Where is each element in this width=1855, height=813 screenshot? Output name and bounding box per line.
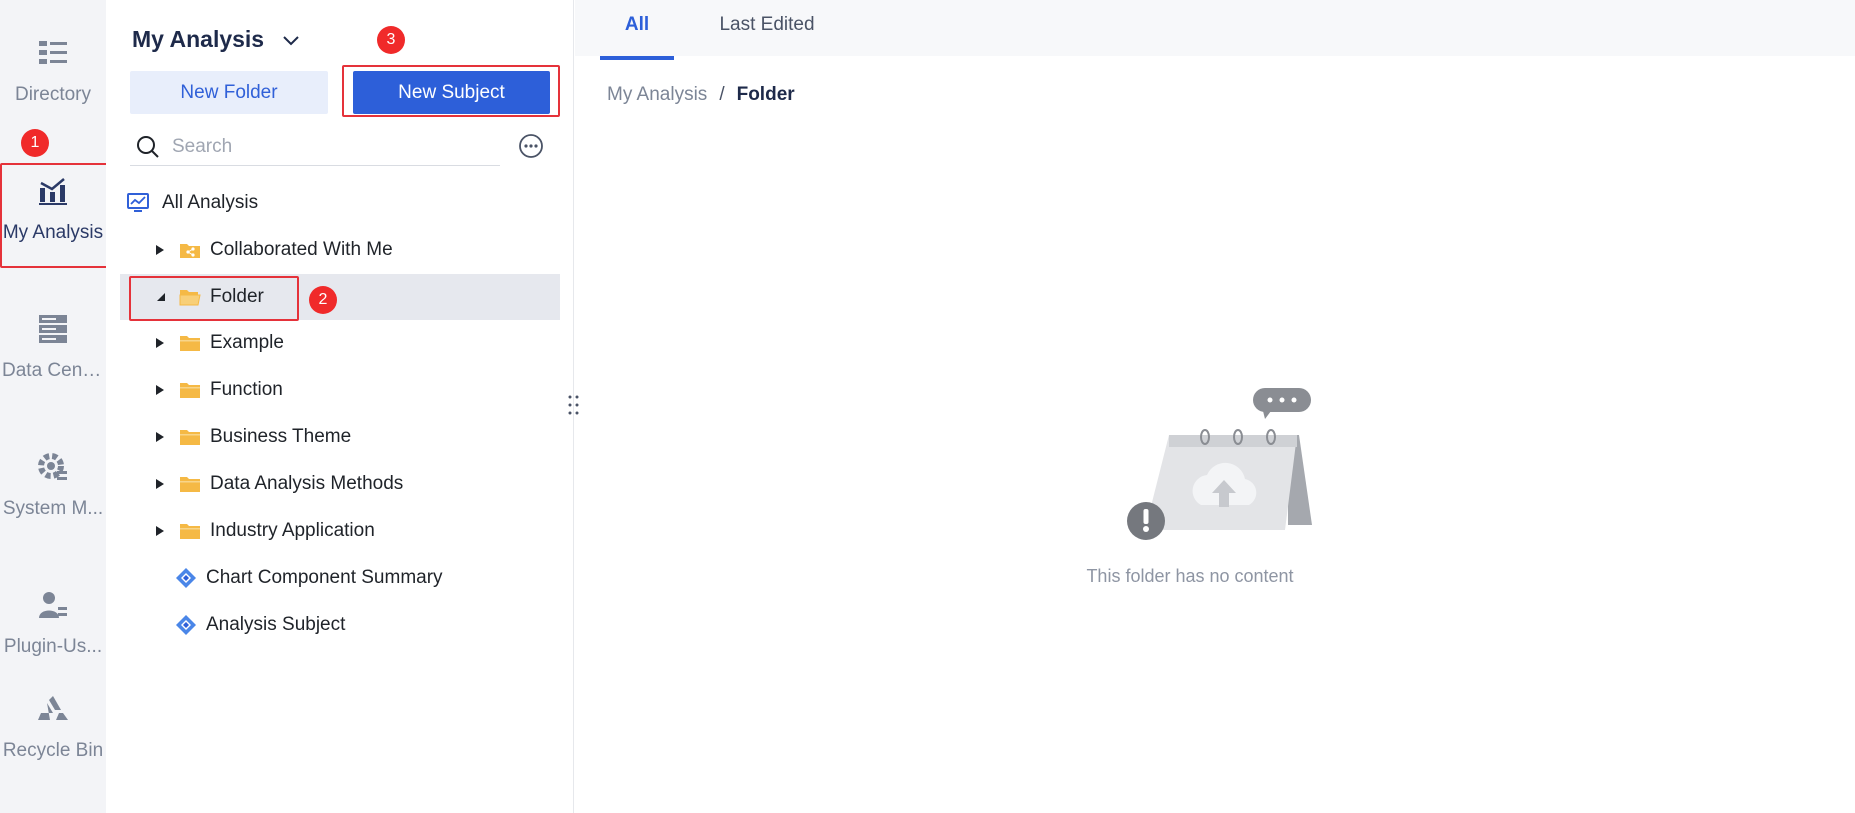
directory-icon xyxy=(36,36,70,70)
rail-item-data-center[interactable]: Data Center xyxy=(0,290,106,394)
analysis-chart-icon xyxy=(36,174,70,208)
main-content: All Last Edited My Analysis / Folder Thi… xyxy=(575,0,1855,813)
search-icon xyxy=(136,135,160,159)
new-folder-button[interactable]: New Folder xyxy=(130,71,328,114)
tree-item-all-analysis[interactable]: All Analysis xyxy=(120,180,560,226)
caret-right-icon[interactable] xyxy=(150,474,170,494)
shared-folder-icon xyxy=(178,238,202,262)
breadcrumb: My Analysis / Folder xyxy=(607,84,795,106)
new-subject-button[interactable]: New Subject xyxy=(353,71,550,114)
tree-label: Chart Component Summary xyxy=(206,567,443,588)
folder-icon xyxy=(178,331,202,355)
more-dots-icon xyxy=(519,134,543,158)
tree-label: Business Theme xyxy=(210,426,352,447)
search-input[interactable] xyxy=(172,135,472,158)
rail-item-recycle-bin[interactable]: Recycle Bin xyxy=(0,670,106,774)
rail-item-my-analysis[interactable]: My Analysis xyxy=(0,152,106,256)
monitor-chart-icon xyxy=(126,191,150,215)
tree-label: Function xyxy=(210,379,283,400)
caret-down-icon[interactable] xyxy=(150,287,170,307)
breadcrumb-root[interactable]: My Analysis xyxy=(607,84,707,106)
tree-label: Folder xyxy=(210,286,264,307)
caret-right-icon[interactable] xyxy=(150,521,170,541)
annotation-badge-1: 1 xyxy=(21,129,49,157)
caret-right-icon[interactable] xyxy=(150,427,170,447)
empty-calendar-illustration xyxy=(1123,385,1323,545)
breadcrumb-current: Folder xyxy=(736,84,795,105)
tree-item-business-theme[interactable]: Business Theme xyxy=(120,414,560,460)
rail-label-directory: Directory xyxy=(14,84,91,105)
database-icon xyxy=(36,312,70,346)
chevron-down-icon xyxy=(282,26,300,53)
annotation-badge-2: 2 xyxy=(309,286,337,314)
tab-last-edited[interactable]: Last Edited xyxy=(705,0,829,60)
tree-label: Example xyxy=(210,332,284,353)
rail-label-data-center: Data Center xyxy=(2,360,105,381)
tree-label: Collaborated With Me xyxy=(210,239,393,260)
more-options-button[interactable] xyxy=(518,133,544,159)
rail-item-plugin-user[interactable]: Plugin-Us... xyxy=(0,566,106,670)
rail-item-directory[interactable]: Directory xyxy=(0,14,106,118)
folder-icon xyxy=(178,472,202,496)
rail-label-recycle-bin: Recycle Bin xyxy=(2,740,104,761)
tree-item-analysis-subject[interactable]: Analysis Subject xyxy=(120,602,560,648)
breadcrumb-separator: / xyxy=(719,84,725,105)
folder-icon xyxy=(178,378,202,402)
tree-label: Industry Application xyxy=(210,520,375,541)
tree-item-function[interactable]: Function xyxy=(120,367,560,413)
nav-rail: Directory My Analysis Data Center System… xyxy=(0,0,106,813)
caret-right-icon[interactable] xyxy=(150,380,170,400)
folder-icon xyxy=(178,425,202,449)
caret-right-icon[interactable] xyxy=(150,333,170,353)
analysis-panel: My Analysis New Folder New Subject All A… xyxy=(106,0,574,813)
tree-item-chart-component-summary[interactable]: Chart Component Summary xyxy=(120,555,560,601)
caret-right-icon[interactable] xyxy=(150,240,170,260)
tree-item-example[interactable]: Example xyxy=(120,320,560,366)
folder-icon xyxy=(178,519,202,543)
annotation-badge-3: 3 xyxy=(377,26,405,54)
tree-label: Data Analysis Methods xyxy=(210,473,404,494)
recycle-bin-icon xyxy=(36,692,70,726)
active-tab-indicator xyxy=(600,56,674,60)
gear-icon xyxy=(36,450,70,484)
subject-diamond-icon xyxy=(174,566,198,590)
rail-label-system-management: System M... xyxy=(2,498,104,519)
tree-item-data-analysis-methods[interactable]: Data Analysis Methods xyxy=(120,461,560,507)
rail-label-plugin-user: Plugin-Us... xyxy=(3,636,103,657)
subject-diamond-icon xyxy=(174,613,198,637)
user-plugin-icon xyxy=(36,588,70,622)
tab-all[interactable]: All xyxy=(600,0,674,60)
search-box xyxy=(130,128,500,166)
panel-title-text: My Analysis xyxy=(132,26,265,52)
panel-title[interactable]: My Analysis xyxy=(132,26,300,53)
open-folder-icon xyxy=(178,285,202,309)
empty-state-message: This folder has no content xyxy=(1086,566,1294,586)
tree-item-collaborated[interactable]: Collaborated With Me xyxy=(120,227,560,273)
tree-label: All Analysis xyxy=(162,192,259,213)
rail-label-my-analysis: My Analysis xyxy=(2,222,104,243)
tree-item-industry-application[interactable]: Industry Application xyxy=(120,508,560,554)
rail-item-system-management[interactable]: System M... xyxy=(0,428,106,532)
tree-label: Analysis Subject xyxy=(206,614,346,635)
tree-item-folder[interactable]: Folder xyxy=(120,274,560,320)
